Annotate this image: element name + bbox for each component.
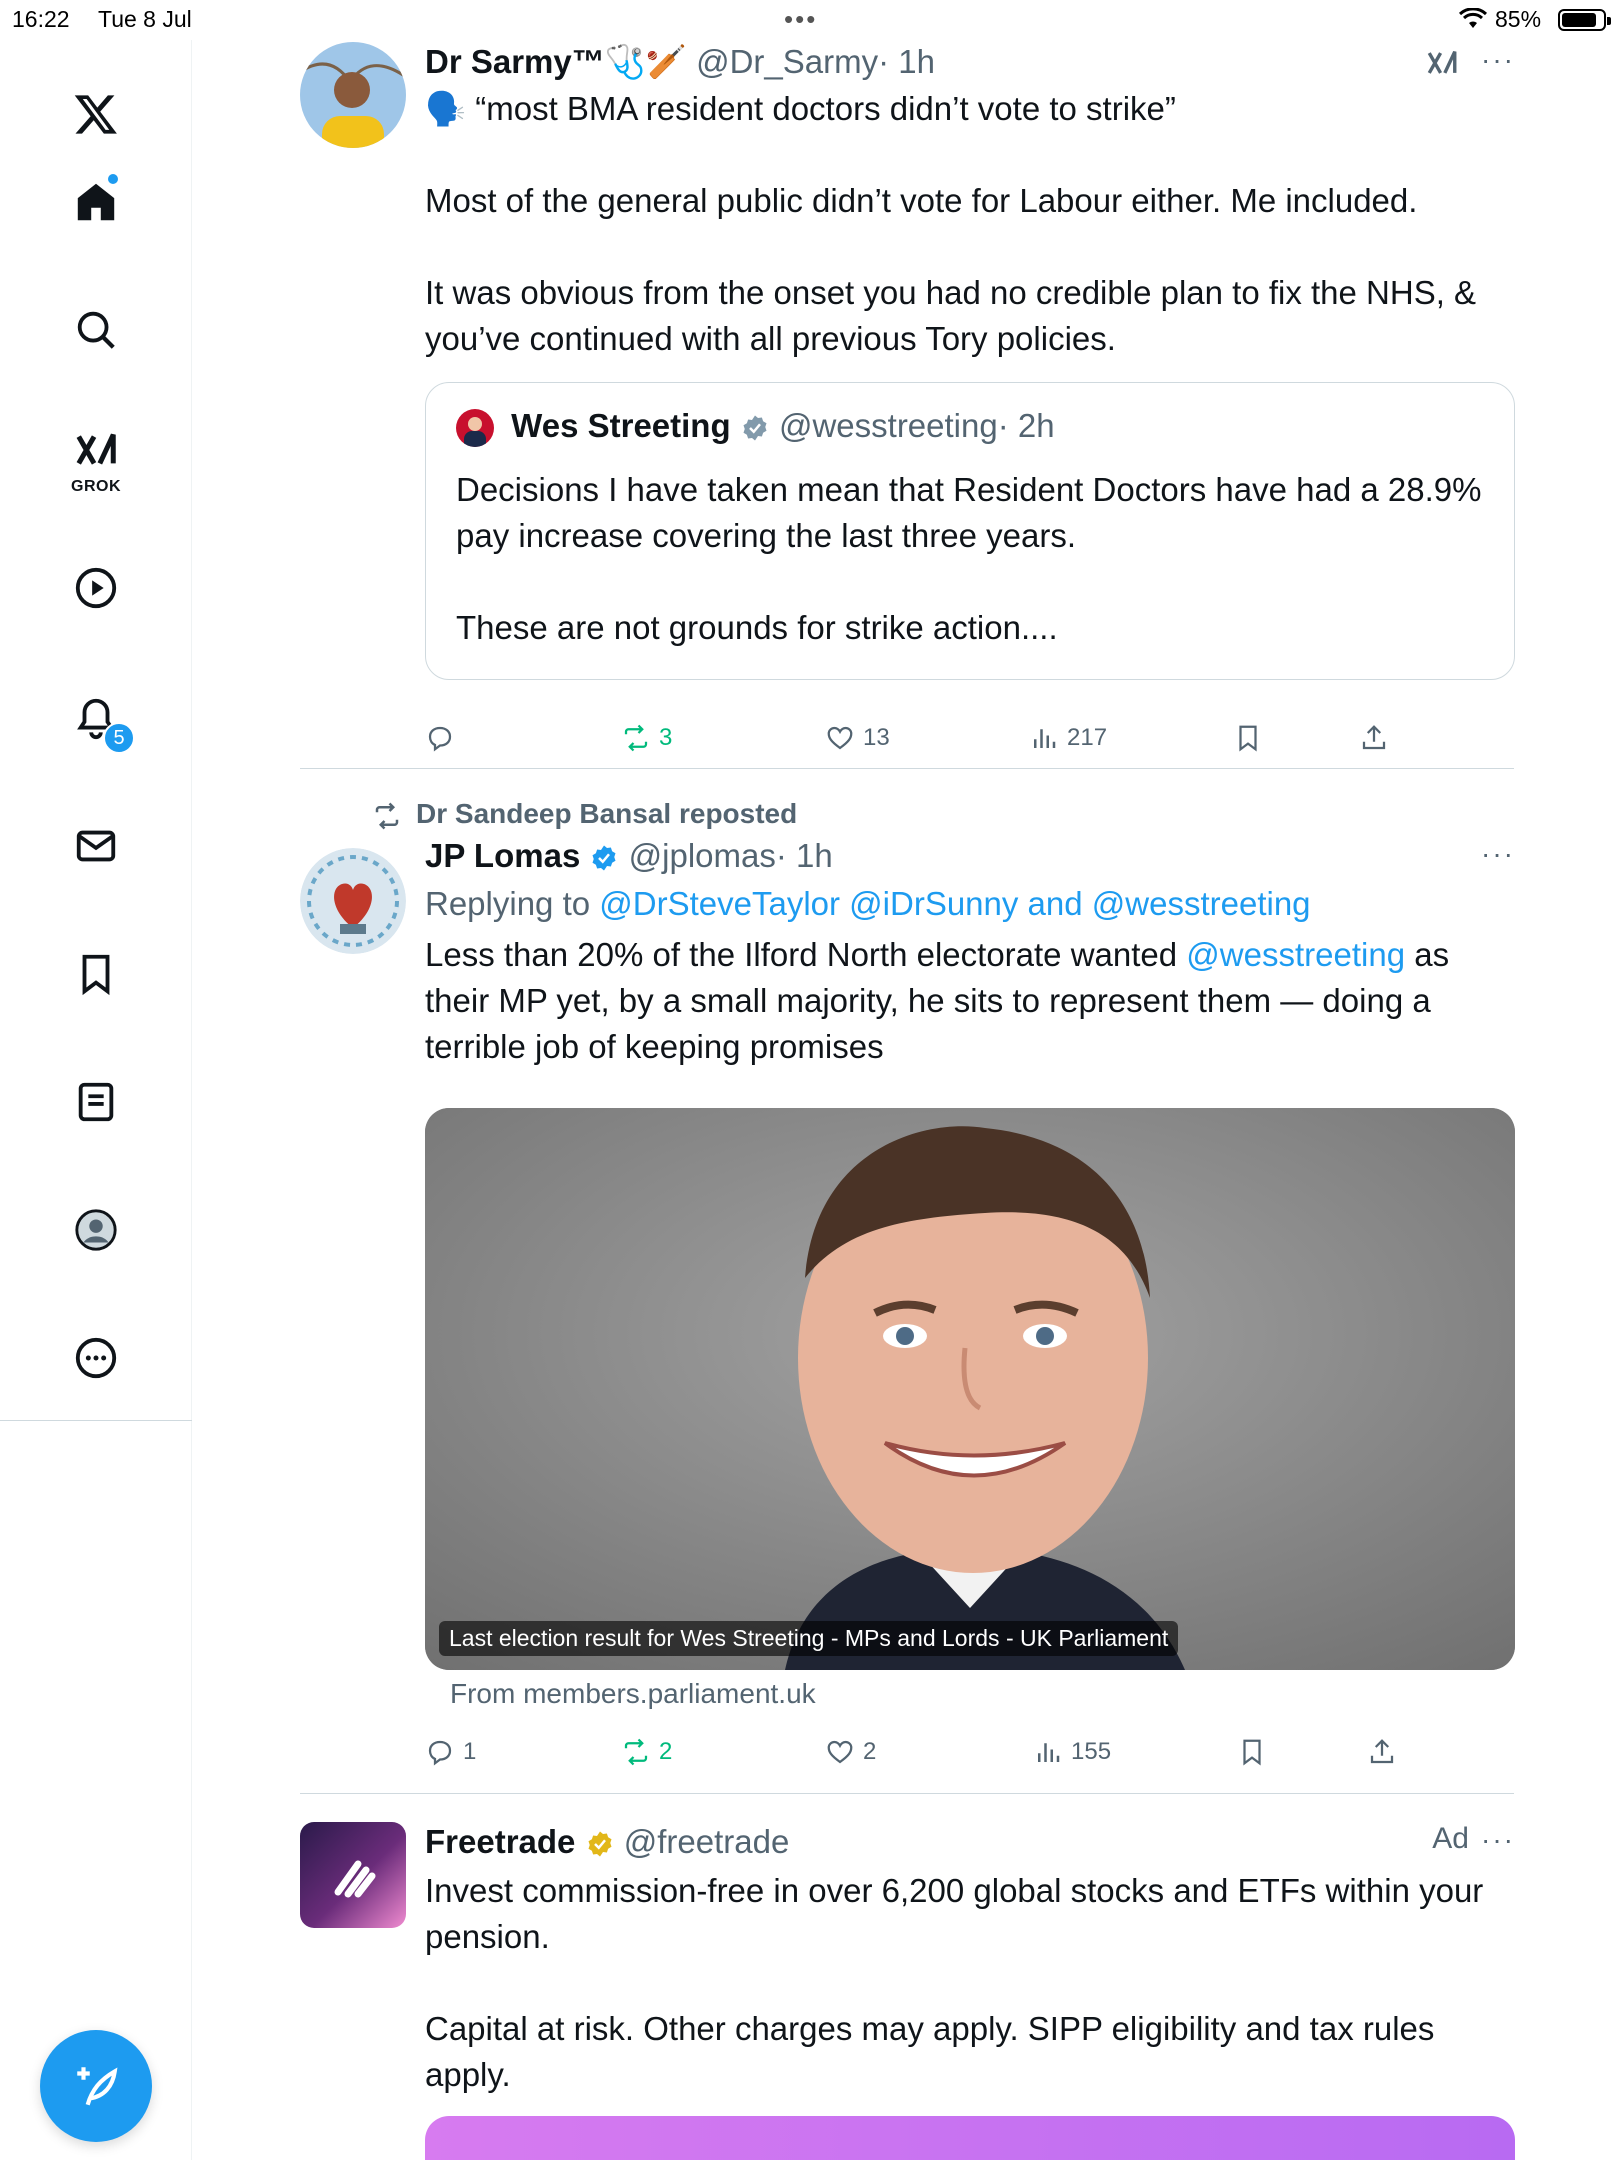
mention-link[interactable]: @wesstreeting <box>1186 936 1405 973</box>
portrait-photo <box>425 1108 1515 1670</box>
verified-badge-icon <box>592 845 616 871</box>
reply-icon <box>428 726 452 752</box>
avatar[interactable] <box>300 848 406 954</box>
repost-small-icon <box>375 802 399 829</box>
avatar[interactable] <box>300 42 406 148</box>
quote-text: Decisions I have taken mean that Residen… <box>456 471 1482 646</box>
quote-author-name: Wes Streeting <box>511 407 731 444</box>
share-button[interactable] <box>1367 1730 1397 1774</box>
quote-time: · 2h <box>997 407 1055 444</box>
author-name[interactable]: Freetrade <box>425 1823 575 1860</box>
author-handle[interactable]: @jplomas <box>629 837 776 874</box>
more-options-icon[interactable]: ··· <box>1481 44 1515 76</box>
share-icon <box>1370 1739 1394 1764</box>
quote-author-handle: @wesstreeting <box>778 407 998 444</box>
replying-to: Replying to @DrSteveTaylor @iDrSunny and… <box>425 885 1311 922</box>
reply-button[interactable]: 1 <box>425 1730 476 1774</box>
avatar[interactable] <box>300 1822 406 1928</box>
list-icon[interactable] <box>70 1076 122 1128</box>
tweet-text: Less than 20% of the Ilford North electo… <box>425 936 1450 1065</box>
tweet-text: 🗣️ “most BMA resident doctors didn’t vot… <box>425 90 1477 357</box>
notification-badge: 5 <box>103 722 135 754</box>
profile-icon[interactable] <box>70 1204 122 1256</box>
status-bar: 16:22 Tue 8 Jul ••• 85% <box>0 0 1620 40</box>
status-date: Tue 8 Jul <box>98 6 192 32</box>
repost-button[interactable]: 3 <box>621 716 672 760</box>
sidebar-divider <box>0 1420 192 1421</box>
freetrade-logo-icon <box>334 1860 376 1898</box>
ad-media-preview[interactable] <box>425 2116 1515 2160</box>
more-options-icon[interactable]: ··· <box>1481 1824 1515 1856</box>
author-handle[interactable]: @freetrade <box>624 1823 790 1860</box>
play-icon[interactable] <box>70 562 122 614</box>
battery-icon <box>1558 9 1611 31</box>
bookmark-icon[interactable] <box>70 948 122 1000</box>
reply-button[interactable] <box>425 716 463 760</box>
tweet-actions: 3 13 217 <box>425 716 1515 760</box>
repost-indicator[interactable]: Dr Sandeep Bansal reposted <box>372 798 797 831</box>
more-icon[interactable] <box>70 1332 122 1384</box>
more-options-icon[interactable]: ··· <box>1481 838 1515 870</box>
compose-button[interactable] <box>40 2030 152 2142</box>
home-unread-dot <box>108 174 118 184</box>
grok-label: GROK <box>71 478 121 495</box>
like-button[interactable]: 13 <box>825 716 890 760</box>
views-icon <box>1038 1743 1060 1762</box>
feather-plus-icon <box>77 2067 118 2106</box>
bookmark-button[interactable] <box>1233 716 1263 760</box>
tweet-time[interactable]: · 1h <box>776 837 833 874</box>
link-card-title: Last election result for Wes Streeting -… <box>439 1621 1179 1656</box>
share-button[interactable] <box>1359 716 1389 760</box>
wifi-icon <box>1458 7 1488 36</box>
repost-icon <box>624 724 648 752</box>
tweet-header: Freetrade @freetrade <box>425 1820 1515 1864</box>
x-logo-icon[interactable] <box>70 88 122 140</box>
ad-label: Ad <box>1432 1822 1469 1855</box>
feed-divider <box>300 1793 1514 1794</box>
multitask-dots[interactable]: ••• <box>784 4 817 35</box>
author-name[interactable]: JP Lomas <box>425 837 580 874</box>
views-icon <box>1034 729 1056 748</box>
replying-to-links[interactable]: @DrSteveTaylor @iDrSunny and @wesstreeti… <box>599 885 1310 922</box>
share-icon <box>1362 725 1386 750</box>
status-time: 16:22 <box>12 6 70 32</box>
link-card-image[interactable]: Last election result for Wes Streeting -… <box>425 1108 1515 1670</box>
quote-header: Wes Streeting @wesstreeting· 2h <box>456 407 1055 448</box>
author-name[interactable]: Dr Sarmy™🩺🏏 <box>425 43 687 80</box>
views-button[interactable]: 155 <box>1033 1730 1111 1774</box>
reply-icon <box>428 1740 452 1766</box>
heart-icon <box>827 726 853 750</box>
quote-avatar <box>456 409 494 448</box>
heart-icon <box>827 1740 853 1764</box>
repost-button[interactable]: 2 <box>621 1730 672 1774</box>
tweet-text: Invest commission-free in over 6,200 glo… <box>425 1872 1484 2093</box>
author-handle[interactable]: @Dr_Sarmy <box>696 43 878 80</box>
repost-icon <box>624 1738 648 1766</box>
link-card-source[interactable]: From members.parliament.uk <box>450 1678 816 1710</box>
tweet-actions: 1 2 2 155 <box>425 1730 1515 1774</box>
battery-percent: 85% <box>1495 6 1542 32</box>
verified-badge-icon <box>743 415 767 441</box>
grok-explain-icon[interactable] <box>1425 46 1459 85</box>
grok-icon[interactable] <box>70 424 122 476</box>
verified-badge-gold-icon <box>588 1831 612 1857</box>
search-icon[interactable] <box>70 304 122 356</box>
like-button[interactable]: 2 <box>825 1730 876 1774</box>
bookmark-icon <box>1239 725 1257 752</box>
mail-icon[interactable] <box>70 820 122 872</box>
views-button[interactable]: 217 <box>1029 716 1107 760</box>
bookmark-button[interactable] <box>1237 1730 1267 1774</box>
tweet-time[interactable]: · 1h <box>878 43 935 80</box>
bookmark-icon <box>1243 1739 1261 1766</box>
tweet-header: JP Lomas @jplomas· 1h <box>425 834 1515 878</box>
quote-tweet[interactable]: Wes Streeting @wesstreeting· 2h Decision… <box>425 382 1515 680</box>
tweet-header: Dr Sarmy™🩺🏏 @Dr_Sarmy· 1h <box>425 40 1515 84</box>
sidebar-nav: GROK 5 <box>0 40 192 2160</box>
feed-divider <box>300 768 1514 769</box>
